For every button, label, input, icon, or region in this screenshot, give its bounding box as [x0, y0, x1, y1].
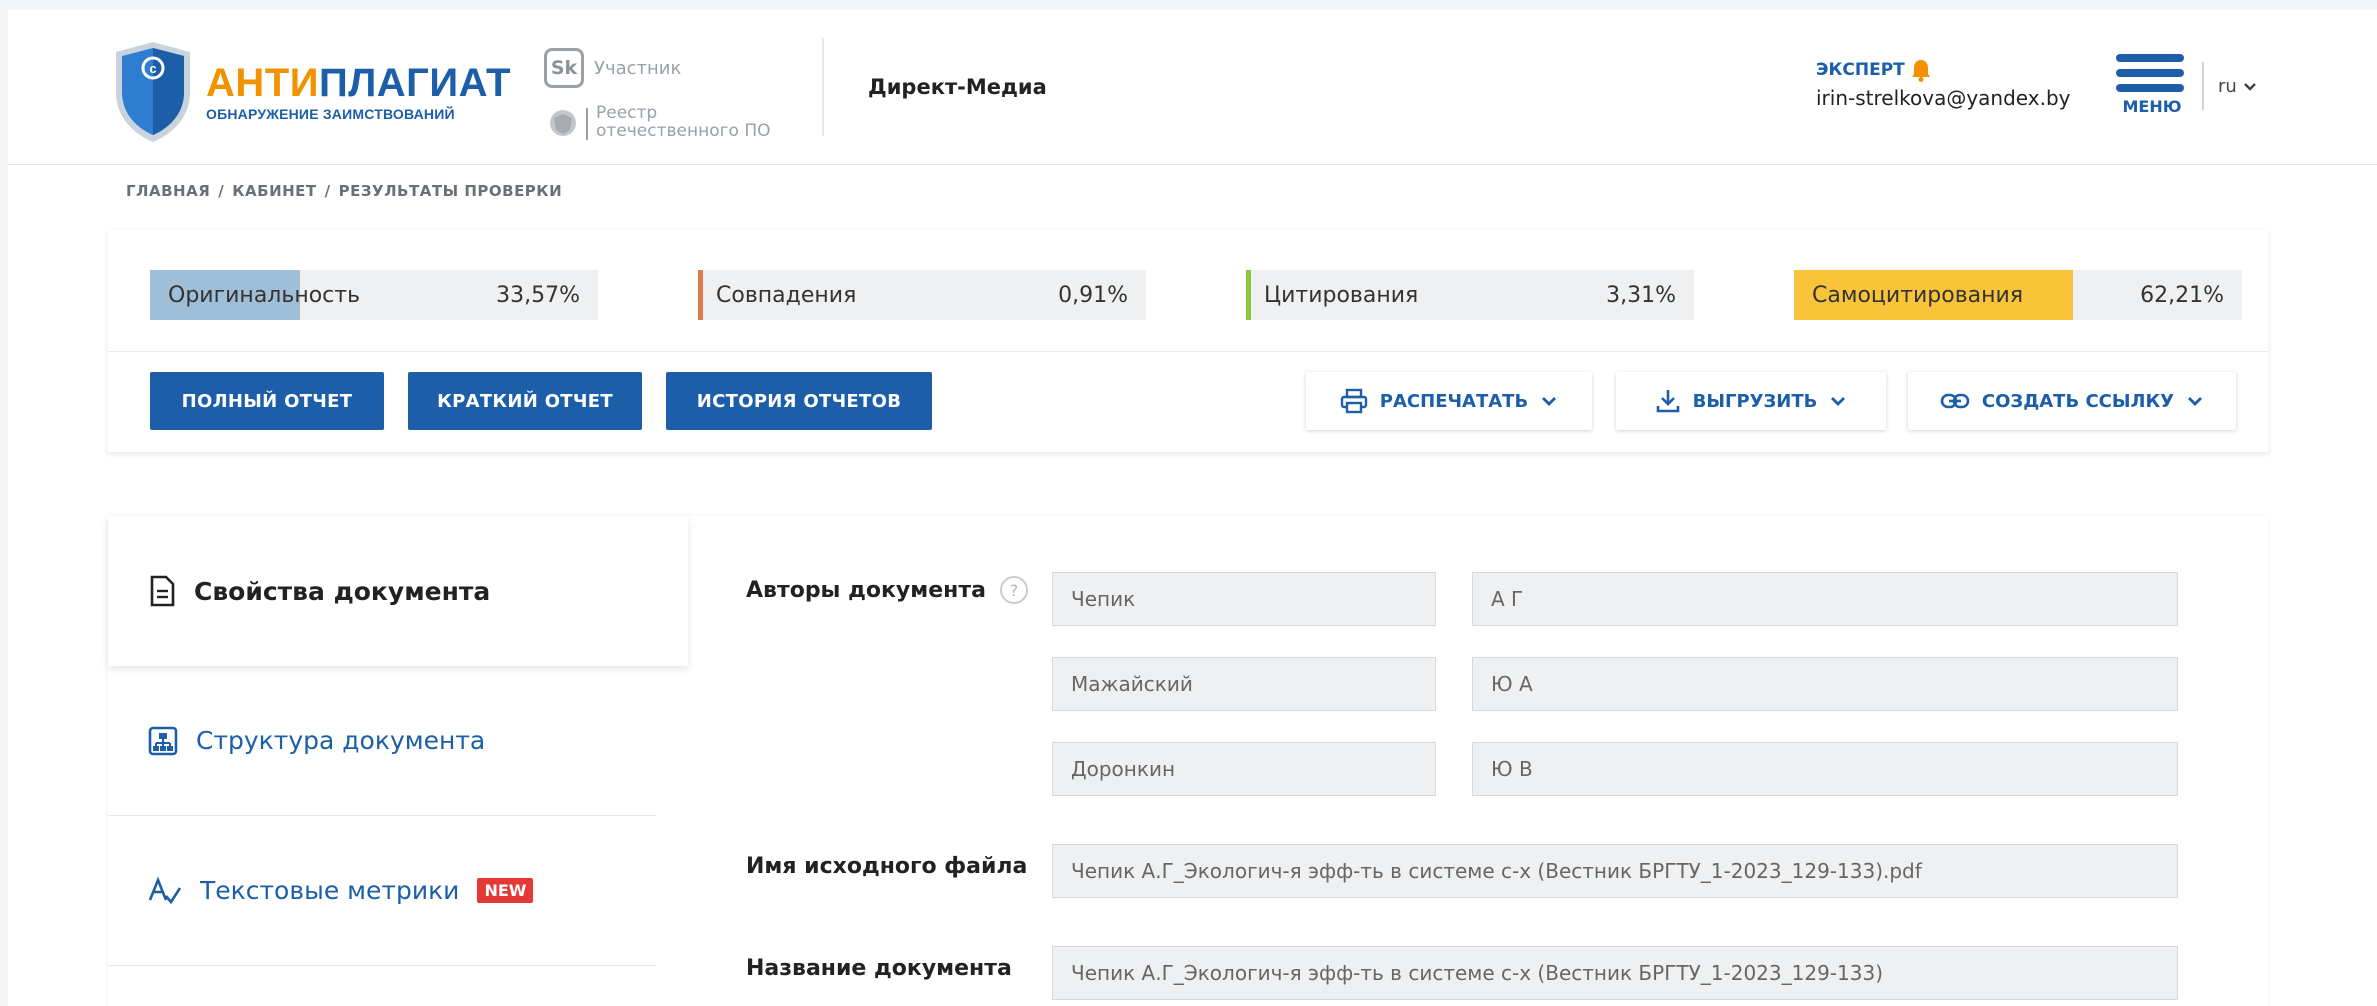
- title-label: Название документа: [746, 956, 1012, 981]
- stats-row: Оригинальность 33,57% Совпадения 0,91% Ц…: [108, 230, 2268, 352]
- brand-title-plagiat: ПЛАГИАТ: [318, 61, 511, 105]
- stat-fill: [1246, 270, 1251, 320]
- breadcrumb: ГЛАВНАЯ / КАБИНЕТ / РЕЗУЛЬТАТЫ ПРОВЕРКИ: [126, 182, 562, 200]
- export-button[interactable]: ВЫГРУЗИТЬ: [1616, 372, 1886, 430]
- chevron-down-icon: [1542, 397, 1557, 406]
- download-icon: [1656, 390, 1679, 413]
- text-metrics-icon: [148, 875, 182, 904]
- report-summary-panel: Оригинальность 33,57% Совпадения 0,91% Ц…: [108, 230, 2268, 452]
- filename-label-text: Имя исходного файла: [746, 854, 1028, 879]
- authors-label-text: Авторы документа: [746, 577, 986, 603]
- brand[interactable]: АНТИПЛАГИАТ ОБНАРУЖЕНИЕ ЗАИМСТВОВАНИЙ: [206, 62, 511, 122]
- sidebar-item-label: Свойства документа: [194, 576, 491, 606]
- print-label: РАСПЕЧАТАТЬ: [1379, 390, 1529, 412]
- user-role: ЭКСПЕРТ: [1816, 58, 2070, 82]
- author-3-last-name[interactable]: Доронкин: [1052, 742, 1436, 796]
- reestr-label-line2: отечественного ПО: [596, 121, 771, 141]
- user-info[interactable]: ЭКСПЕРТ irin-strelkova@yandex.by: [1816, 58, 2070, 110]
- partner-badges: Sk Участник Реестр отечественного ПО: [544, 40, 804, 150]
- stat-fill: [698, 270, 703, 320]
- stat-value: 0,91%: [1058, 282, 1128, 308]
- stat-self-citations[interactable]: Самоцитирования 62,21%: [1794, 270, 2242, 320]
- menu-button[interactable]: МЕНЮ: [2116, 54, 2188, 124]
- filename-label: Имя исходного файла: [746, 854, 1027, 879]
- reestr-label-line1: Реестр: [596, 103, 658, 123]
- breadcrumb-current: РЕЗУЛЬТАТЫ ПРОВЕРКИ: [338, 182, 563, 200]
- brand-title-anti: АНТИ: [206, 61, 319, 105]
- reestr-label: Реестр отечественного ПО: [596, 104, 771, 140]
- svg-text:c: c: [149, 61, 156, 76]
- header: c АНТИПЛАГИАТ ОБНАРУЖЕНИЕ ЗАИМСТВОВАНИЙ …: [8, 10, 2377, 165]
- author-1-initials[interactable]: А Г: [1472, 572, 2178, 626]
- sidebar-item-label: Текстовые метрики: [200, 876, 460, 905]
- organization-name: Директ-Медиа: [868, 75, 1047, 99]
- actions-row: ПОЛНЫЙ ОТЧЕТ КРАТКИЙ ОТЧЕТ ИСТОРИЯ ОТЧЕТ…: [108, 352, 2268, 452]
- breadcrumb-separator: /: [324, 182, 331, 200]
- title-field[interactable]: Чепик А.Г_Экологич-я эфф-ть в системе с-…: [1052, 946, 2178, 1000]
- antiplagiat-shield-logo-icon[interactable]: c: [112, 40, 194, 144]
- menu-icon-bar: [2116, 54, 2184, 62]
- author-1-last-name[interactable]: Чепик: [1052, 572, 1436, 626]
- stat-value: 33,57%: [496, 282, 580, 308]
- document-panel: Свойства документа Структура документа Т…: [108, 516, 2268, 1006]
- stat-label: Самоцитирования: [1812, 282, 2024, 308]
- printer-icon: [1340, 388, 1367, 414]
- stat-citations[interactable]: Цитирования 3,31%: [1246, 270, 1694, 320]
- skolkovo-label: Участник: [594, 58, 682, 79]
- chevron-down-icon: [2243, 82, 2256, 91]
- menu-label: МЕНЮ: [2122, 97, 2182, 116]
- breadcrumb-separator: /: [218, 182, 225, 200]
- user-role-label: ЭКСПЕРТ: [1816, 60, 1905, 80]
- sidebar-item-structure[interactable]: Структура документа: [108, 666, 656, 816]
- reestr-divider: [586, 108, 588, 140]
- sidebar-item-text-metrics[interactable]: Текстовые метрики NEW: [108, 816, 656, 966]
- stat-label: Совпадения: [716, 282, 857, 308]
- breadcrumb-home[interactable]: ГЛАВНАЯ: [126, 182, 210, 200]
- link-icon: [1940, 393, 1970, 409]
- app-frame: c АНТИПЛАГИАТ ОБНАРУЖЕНИЕ ЗАИМСТВОВАНИЙ …: [8, 10, 2377, 1006]
- sidebar-item-properties[interactable]: Свойства документа: [108, 516, 688, 666]
- breadcrumb-cabinet[interactable]: КАБИНЕТ: [232, 182, 316, 200]
- stat-value: 3,31%: [1606, 282, 1676, 308]
- header-divider-2: [2202, 62, 2204, 110]
- bell-icon[interactable]: [1911, 58, 1931, 82]
- author-2-initials[interactable]: Ю А: [1472, 657, 2178, 711]
- brand-title: АНТИПЛАГИАТ: [206, 62, 511, 104]
- stat-label: Цитирования: [1264, 282, 1419, 308]
- report-history-button[interactable]: ИСТОРИЯ ОТЧЕТОВ: [666, 372, 932, 430]
- create-link-button[interactable]: СОЗДАТЬ ССЫЛКУ: [1908, 372, 2236, 430]
- document-icon: [150, 575, 175, 607]
- skolkovo-icon: Sk: [544, 48, 584, 88]
- authors-label: Авторы документа ?: [746, 576, 1028, 604]
- export-label: ВЫГРУЗИТЬ: [1692, 390, 1818, 412]
- language-label: ru: [2218, 76, 2237, 97]
- short-report-button[interactable]: КРАТКИЙ ОТЧЕТ: [408, 372, 642, 430]
- help-icon[interactable]: ?: [999, 576, 1028, 604]
- menu-icon-bar: [2116, 84, 2184, 92]
- print-button[interactable]: РАСПЕЧАТАТЬ: [1306, 372, 1592, 430]
- header-divider: [822, 38, 824, 136]
- stat-label: Оригинальность: [168, 282, 361, 308]
- brand-subtitle: ОБНАРУЖЕНИЕ ЗАИМСТВОВАНИЙ: [206, 106, 455, 122]
- chevron-down-icon: [2188, 397, 2203, 406]
- stat-originality[interactable]: Оригинальность 33,57%: [150, 270, 598, 320]
- russian-emblem-icon: [550, 110, 576, 136]
- filename-field[interactable]: Чепик А.Г_Экологич-я эфф-ть в системе с-…: [1052, 844, 2178, 898]
- author-3-initials[interactable]: Ю В: [1472, 742, 2178, 796]
- language-selector[interactable]: ru: [2218, 76, 2257, 97]
- author-2-last-name[interactable]: Мажайский: [1052, 657, 1436, 711]
- stat-matches[interactable]: Совпадения 0,91%: [698, 270, 1146, 320]
- chevron-down-icon: [1831, 397, 1846, 406]
- stat-value: 62,21%: [2140, 282, 2224, 308]
- menu-icon-bar: [2116, 69, 2184, 77]
- title-label-text: Название документа: [746, 956, 1012, 981]
- sidebar-item-label: Структура документа: [196, 726, 486, 755]
- new-badge: NEW: [477, 878, 534, 903]
- create-link-label: СОЗДАТЬ ССЫЛКУ: [1981, 390, 2175, 412]
- sidebar: Свойства документа Структура документа Т…: [108, 516, 688, 1006]
- user-email: irin-strelkova@yandex.by: [1816, 86, 2071, 110]
- structure-icon: [148, 726, 178, 755]
- full-report-button[interactable]: ПОЛНЫЙ ОТЧЕТ: [150, 372, 384, 430]
